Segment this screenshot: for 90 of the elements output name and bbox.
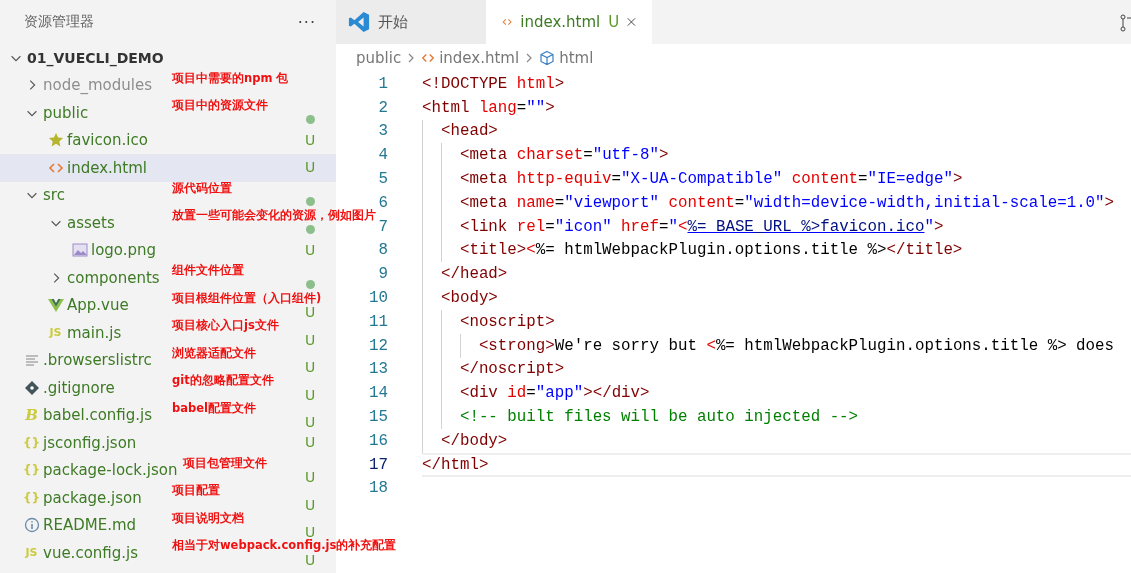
line-number: 9 — [378, 265, 388, 284]
annotation-note: babel配置文件 — [172, 401, 256, 415]
annotation-note: 组件文件位置 — [172, 264, 244, 277]
tree-item[interactable]: JS main.js — [0, 319, 172, 347]
tree-item[interactable]: README.md — [0, 511, 172, 539]
line-number: 5 — [378, 170, 388, 189]
code-line: </html> — [422, 452, 1131, 477]
line-number: 8 — [378, 241, 388, 260]
panel-title: 资源管理器 — [24, 13, 94, 31]
annotation-note: 项目包管理文件 — [183, 456, 268, 470]
app-logo-icon — [348, 11, 370, 33]
line-number: 15 — [369, 408, 388, 427]
editor-tab[interactable]: 开始 — [336, 0, 486, 44]
git-status-letter: U — [305, 416, 316, 429]
tree-item[interactable]: logo.png U — [0, 236, 336, 264]
tree-item[interactable]: favicon.ico U — [0, 126, 336, 154]
git-status-letter: U — [305, 526, 316, 539]
cube-icon — [539, 50, 556, 66]
git-status-letter: U — [305, 306, 316, 319]
tree-item[interactable]: {} package-lock.json — [0, 456, 184, 484]
line-number: 2 — [378, 98, 388, 117]
git-status-letter: U — [305, 471, 316, 484]
line-number: 11 — [369, 312, 388, 331]
annotation-note: 放置一些可能会变化的资源，例如图片 — [172, 209, 376, 222]
more-actions-button[interactable]: ··· — [297, 12, 316, 32]
json-file-icon: {} — [22, 463, 41, 478]
git-status-letter: U — [305, 434, 316, 450]
babel-file-icon: B — [25, 408, 38, 423]
tree-item[interactable]: B babel.config.js — [0, 401, 172, 429]
tree-item[interactable]: JS vue.config.js — [0, 539, 172, 567]
code-line: <html lang=""> — [422, 97, 556, 119]
close-icon[interactable] — [627, 16, 636, 28]
line-number: 12 — [369, 336, 388, 355]
annotation-note: 项目核心入口js文件 — [172, 319, 279, 332]
line-number: 6 — [378, 193, 388, 212]
annotation-note: 源代码位置 — [172, 181, 232, 195]
tree-item[interactable]: components — [0, 264, 172, 292]
tree-item[interactable]: public — [0, 99, 172, 127]
info-icon — [23, 517, 40, 534]
git-status-letter: U — [305, 361, 316, 374]
star-icon — [47, 132, 64, 149]
breadcrumb-item[interactable]: public — [356, 49, 402, 67]
line-number: 7 — [378, 217, 388, 236]
lines-icon — [23, 352, 40, 369]
line-number: 16 — [369, 431, 388, 450]
annotation-note: 项目说明文档 — [172, 511, 244, 525]
git-status-letter: U — [305, 388, 316, 402]
line-number: 1 — [378, 74, 388, 93]
git-status-letter: U — [305, 333, 316, 347]
git-status-letter: U — [305, 131, 316, 148]
tree-item[interactable]: .gitignore — [0, 374, 172, 402]
code-line: <!DOCTYPE html> — [422, 73, 566, 95]
annotation-note: 项目配置 — [172, 484, 220, 497]
js-file-icon: JS — [25, 545, 38, 560]
annotation-note: 相当于对webpack.config.js的补充配置 — [172, 539, 397, 552]
image-icon — [71, 242, 88, 259]
git-status-letter: U — [305, 498, 316, 512]
tree-item[interactable]: src — [0, 181, 172, 209]
git-status-letter: U — [305, 553, 316, 567]
breadcrumb-item[interactable]: html — [559, 49, 594, 67]
v-logo-icon — [47, 297, 64, 314]
git-status-letter: U — [305, 159, 316, 175]
annotation-note: 项目根组件位置（入口组件) — [172, 291, 322, 305]
line-number: 13 — [369, 360, 388, 379]
line-number: 10 — [369, 289, 388, 308]
json-file-icon: {} — [22, 435, 41, 450]
tree-item[interactable]: {} jsconfig.json U — [0, 429, 336, 457]
annotation-note: 项目中的资源文件 — [172, 99, 268, 112]
line-number: 4 — [378, 146, 388, 165]
tree-item[interactable]: assets — [0, 209, 172, 237]
annotation-note: 项目中需要的npm 包 — [172, 71, 289, 85]
line-number: 18 — [369, 479, 388, 498]
line-number: 14 — [369, 384, 388, 403]
json-file-icon: {} — [22, 490, 41, 505]
git-status-letter: U — [305, 241, 316, 258]
diamond-icon — [23, 379, 40, 396]
editor-tab[interactable]: index.html U — [486, 0, 652, 44]
tree-item[interactable]: node_modules — [0, 71, 172, 99]
tree-item[interactable]: App.vue — [0, 291, 172, 319]
code-brackets-icon — [421, 51, 436, 65]
tree-item[interactable]: 01_VUECLI_DEMO — [0, 44, 336, 72]
breadcrumb-item[interactable]: index.html — [439, 49, 520, 67]
line-number: 3 — [378, 122, 388, 141]
js-file-icon: JS — [49, 325, 62, 340]
tree-item[interactable]: {} package.json — [0, 484, 172, 512]
tree-item[interactable]: index.html U — [0, 154, 336, 182]
line-number: 17 — [369, 455, 388, 474]
annotation-note: 浏览器适配文件 — [172, 346, 256, 360]
tree-item[interactable]: .browserslistrc — [0, 346, 172, 374]
annotation-note: git的忽略配置文件 — [172, 374, 274, 387]
